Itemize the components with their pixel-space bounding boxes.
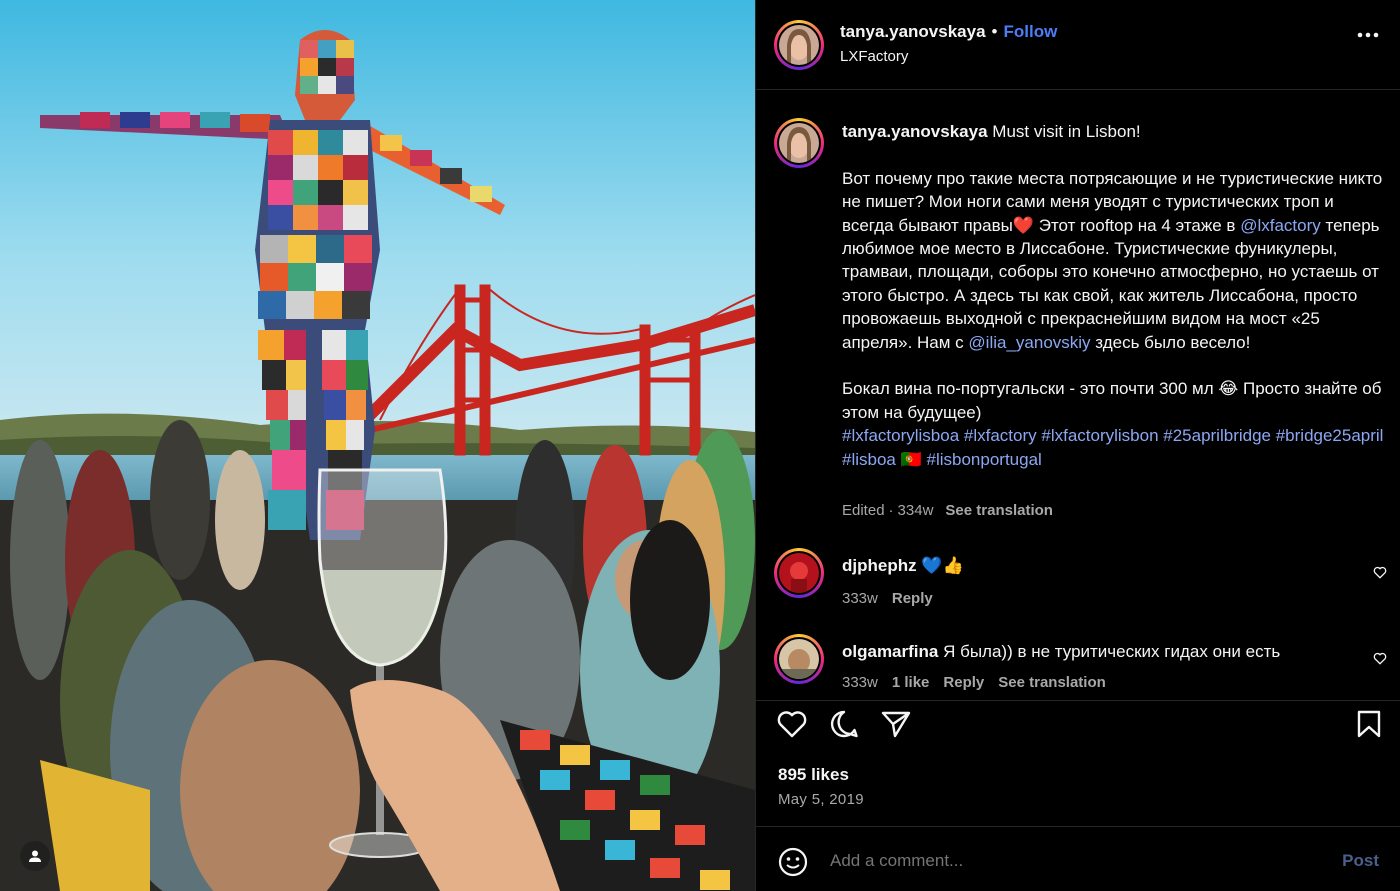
avatar-image <box>779 639 819 679</box>
reply-button[interactable]: Reply <box>892 590 933 607</box>
author-avatar[interactable] <box>774 20 824 70</box>
caption-avatar[interactable] <box>774 118 824 168</box>
laugh-emoji: 😂 <box>1218 379 1239 399</box>
more-horizontal-icon[interactable] <box>1357 32 1379 38</box>
commenter-avatar[interactable] <box>774 634 824 684</box>
send-icon[interactable] <box>880 709 912 739</box>
caption-age[interactable]: 334w <box>898 502 934 519</box>
comment-age[interactable]: 333w <box>842 674 878 691</box>
location-link[interactable]: LXFactory <box>840 48 908 65</box>
comment-username[interactable]: djphephz <box>842 556 917 575</box>
comment-likes-count[interactable]: 1 like <box>892 674 930 691</box>
post-actions: 895 likes May 5, 2019 <box>756 700 1400 820</box>
hashtag-lisbonportugal[interactable]: #lisbonportugal <box>922 450 1042 469</box>
caption-para2-a: Бокал вина по-португальски - это почти 3… <box>842 379 1219 399</box>
comment-text: Я была)) в не туритических гидах они ест… <box>943 642 1281 661</box>
reply-button[interactable]: Reply <box>943 674 984 691</box>
author-username[interactable]: tanya.yanovskaya <box>840 22 986 41</box>
comment-like-icon[interactable] <box>1373 652 1387 665</box>
comment-age[interactable]: 333w <box>842 590 878 607</box>
post-photo[interactable] <box>0 0 755 891</box>
caption-author[interactable]: tanya.yanovskaya <box>842 122 988 141</box>
avatar-image <box>779 553 819 593</box>
post-date: May 5, 2019 <box>778 791 864 808</box>
caption-para1-d: здесь было весело! <box>1090 332 1251 352</box>
heart-emoji: ❤️ <box>1012 215 1035 235</box>
comment-icon[interactable] <box>828 709 860 739</box>
user-icon <box>29 850 41 862</box>
post-comment-button[interactable]: Post <box>1342 851 1379 871</box>
see-translation-link[interactable]: See translation <box>998 674 1106 691</box>
comment-item: olgamarfina Я была)) в не туритических г… <box>756 634 1400 700</box>
portugal-flag-emoji: 🇵🇹 <box>900 449 922 469</box>
mention-ilia[interactable]: @ilia_yanovskiy <box>968 333 1090 352</box>
caption-para1-c: теперь любимое мое место в Лиссабоне. Ту… <box>842 215 1385 352</box>
meta-dot: · <box>888 502 894 519</box>
mention-lxfactory[interactable]: @lxfactory <box>1240 216 1321 235</box>
likes-count[interactable]: 895 likes <box>778 765 849 785</box>
caption: tanya.yanovskaya Must visit in Lisbon! В… <box>842 120 1387 471</box>
edited-label: Edited <box>842 502 885 519</box>
comment-username[interactable]: olgamarfina <box>842 642 938 661</box>
follow-button[interactable]: Follow <box>1004 22 1058 41</box>
separator-dot: • <box>991 22 998 41</box>
tagged-users-button[interactable] <box>20 841 50 871</box>
comment-item: djphephz 💙👍 333w Reply <box>756 548 1400 618</box>
add-comment-bar: Post <box>756 826 1400 891</box>
avatar-image <box>779 123 819 163</box>
comment-like-icon[interactable] <box>1373 566 1387 579</box>
caption-headline: Must visit in Lisbon! <box>992 122 1141 141</box>
bookmark-icon[interactable] <box>1355 709 1383 739</box>
caption-meta: Edited · 334w See translation <box>842 502 1053 519</box>
caption-para1-b: Этот rooftop на 4 этаже в <box>1034 215 1241 235</box>
avatar-image <box>779 25 819 65</box>
instagram-post-view: tanya.yanovskaya • Follow LXFactory tany… <box>0 0 1400 891</box>
comments-scroll-area[interactable]: tanya.yanovskaya Must visit in Lisbon! В… <box>756 90 1400 700</box>
commenter-avatar[interactable] <box>774 548 824 598</box>
post-header: tanya.yanovskaya • Follow LXFactory <box>756 0 1400 90</box>
comment-text: 💙👍 <box>921 556 964 575</box>
heart-icon[interactable] <box>776 709 808 739</box>
see-translation-link[interactable]: See translation <box>945 502 1053 519</box>
comment-input[interactable] <box>830 849 1310 873</box>
post-image <box>0 0 755 891</box>
post-side-panel: tanya.yanovskaya • Follow LXFactory tany… <box>755 0 1400 891</box>
emoji-icon[interactable] <box>778 847 808 877</box>
